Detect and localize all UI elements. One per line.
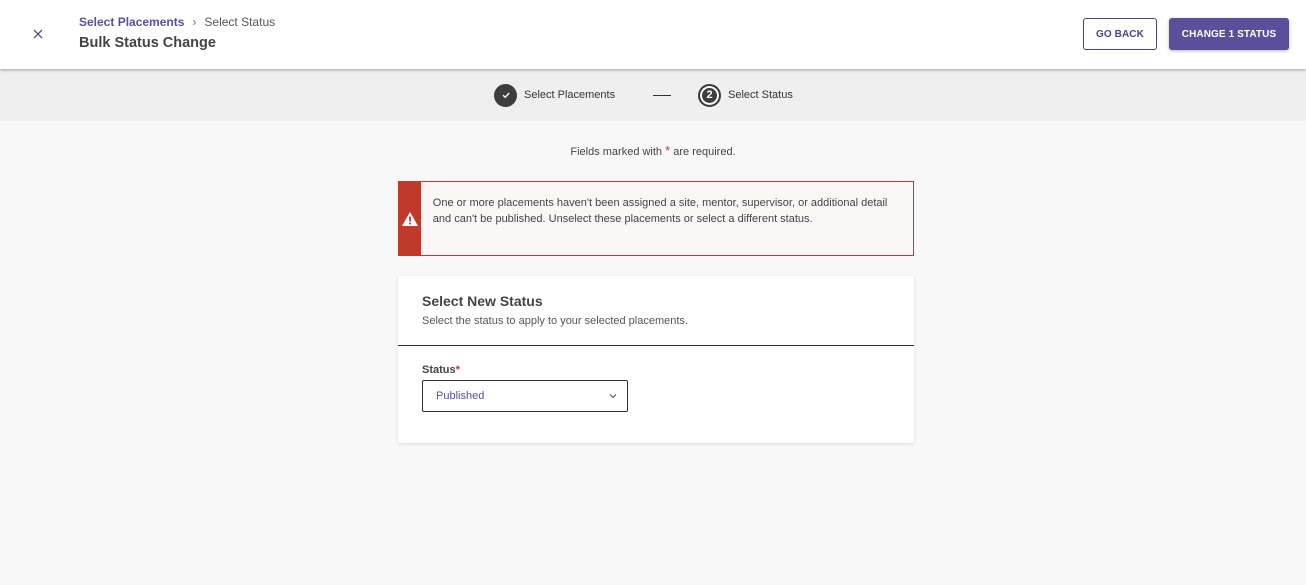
page-title: Bulk Status Change [79, 35, 216, 51]
breadcrumb-select-placements[interactable]: Select Placements [79, 15, 184, 29]
required-note-prefix: Fields marked with [570, 146, 663, 158]
required-asterisk: * [455, 364, 460, 376]
required-asterisk: * [665, 143, 671, 158]
card-title: Select New Status [422, 293, 543, 309]
status-field-label: Status* [422, 364, 460, 376]
status-selected-value: Published [436, 390, 485, 402]
alert-message: One or more placements haven't been assi… [432, 197, 888, 225]
stepper: Select Placements 2 Select Status [0, 69, 1306, 121]
status-select[interactable]: Published [422, 380, 628, 412]
card-subtitle: Select the status to apply to your selec… [422, 315, 688, 327]
step-number-badge: 2 [698, 83, 721, 107]
change-status-button[interactable]: CHANGE 1 STATUS [1169, 18, 1289, 50]
select-status-card: Select New Status Select the status to a… [398, 276, 914, 443]
breadcrumb: Select Placements › Select Status [79, 15, 275, 29]
step-select-placements: Select Placements [494, 83, 615, 107]
warning-icon [401, 211, 418, 226]
status-label-text: Status [422, 364, 456, 376]
required-fields-note: Fields marked with * are required. [0, 143, 1306, 158]
chevron-down-icon [609, 394, 617, 399]
step-complete-badge [494, 83, 517, 107]
checkmark-icon [502, 92, 510, 99]
card-header: Select New Status Select the status to a… [398, 276, 914, 346]
error-alert: One or more placements haven't been assi… [398, 181, 914, 256]
required-note-suffix: are required. [673, 146, 736, 158]
go-back-button[interactable]: GO BACK [1083, 18, 1157, 50]
page-header: Select Placements › Select Status Bulk S… [0, 0, 1306, 69]
breadcrumb-separator: › [192, 15, 197, 29]
breadcrumb-current: Select Status [204, 15, 276, 29]
step-select-status: 2 Select Status [698, 83, 793, 107]
close-button[interactable] [28, 24, 48, 44]
close-icon [33, 29, 43, 39]
step-connector [653, 95, 671, 96]
step-label: Select Status [728, 89, 793, 101]
alert-icon-column [399, 182, 421, 255]
step-label: Select Placements [524, 89, 616, 101]
